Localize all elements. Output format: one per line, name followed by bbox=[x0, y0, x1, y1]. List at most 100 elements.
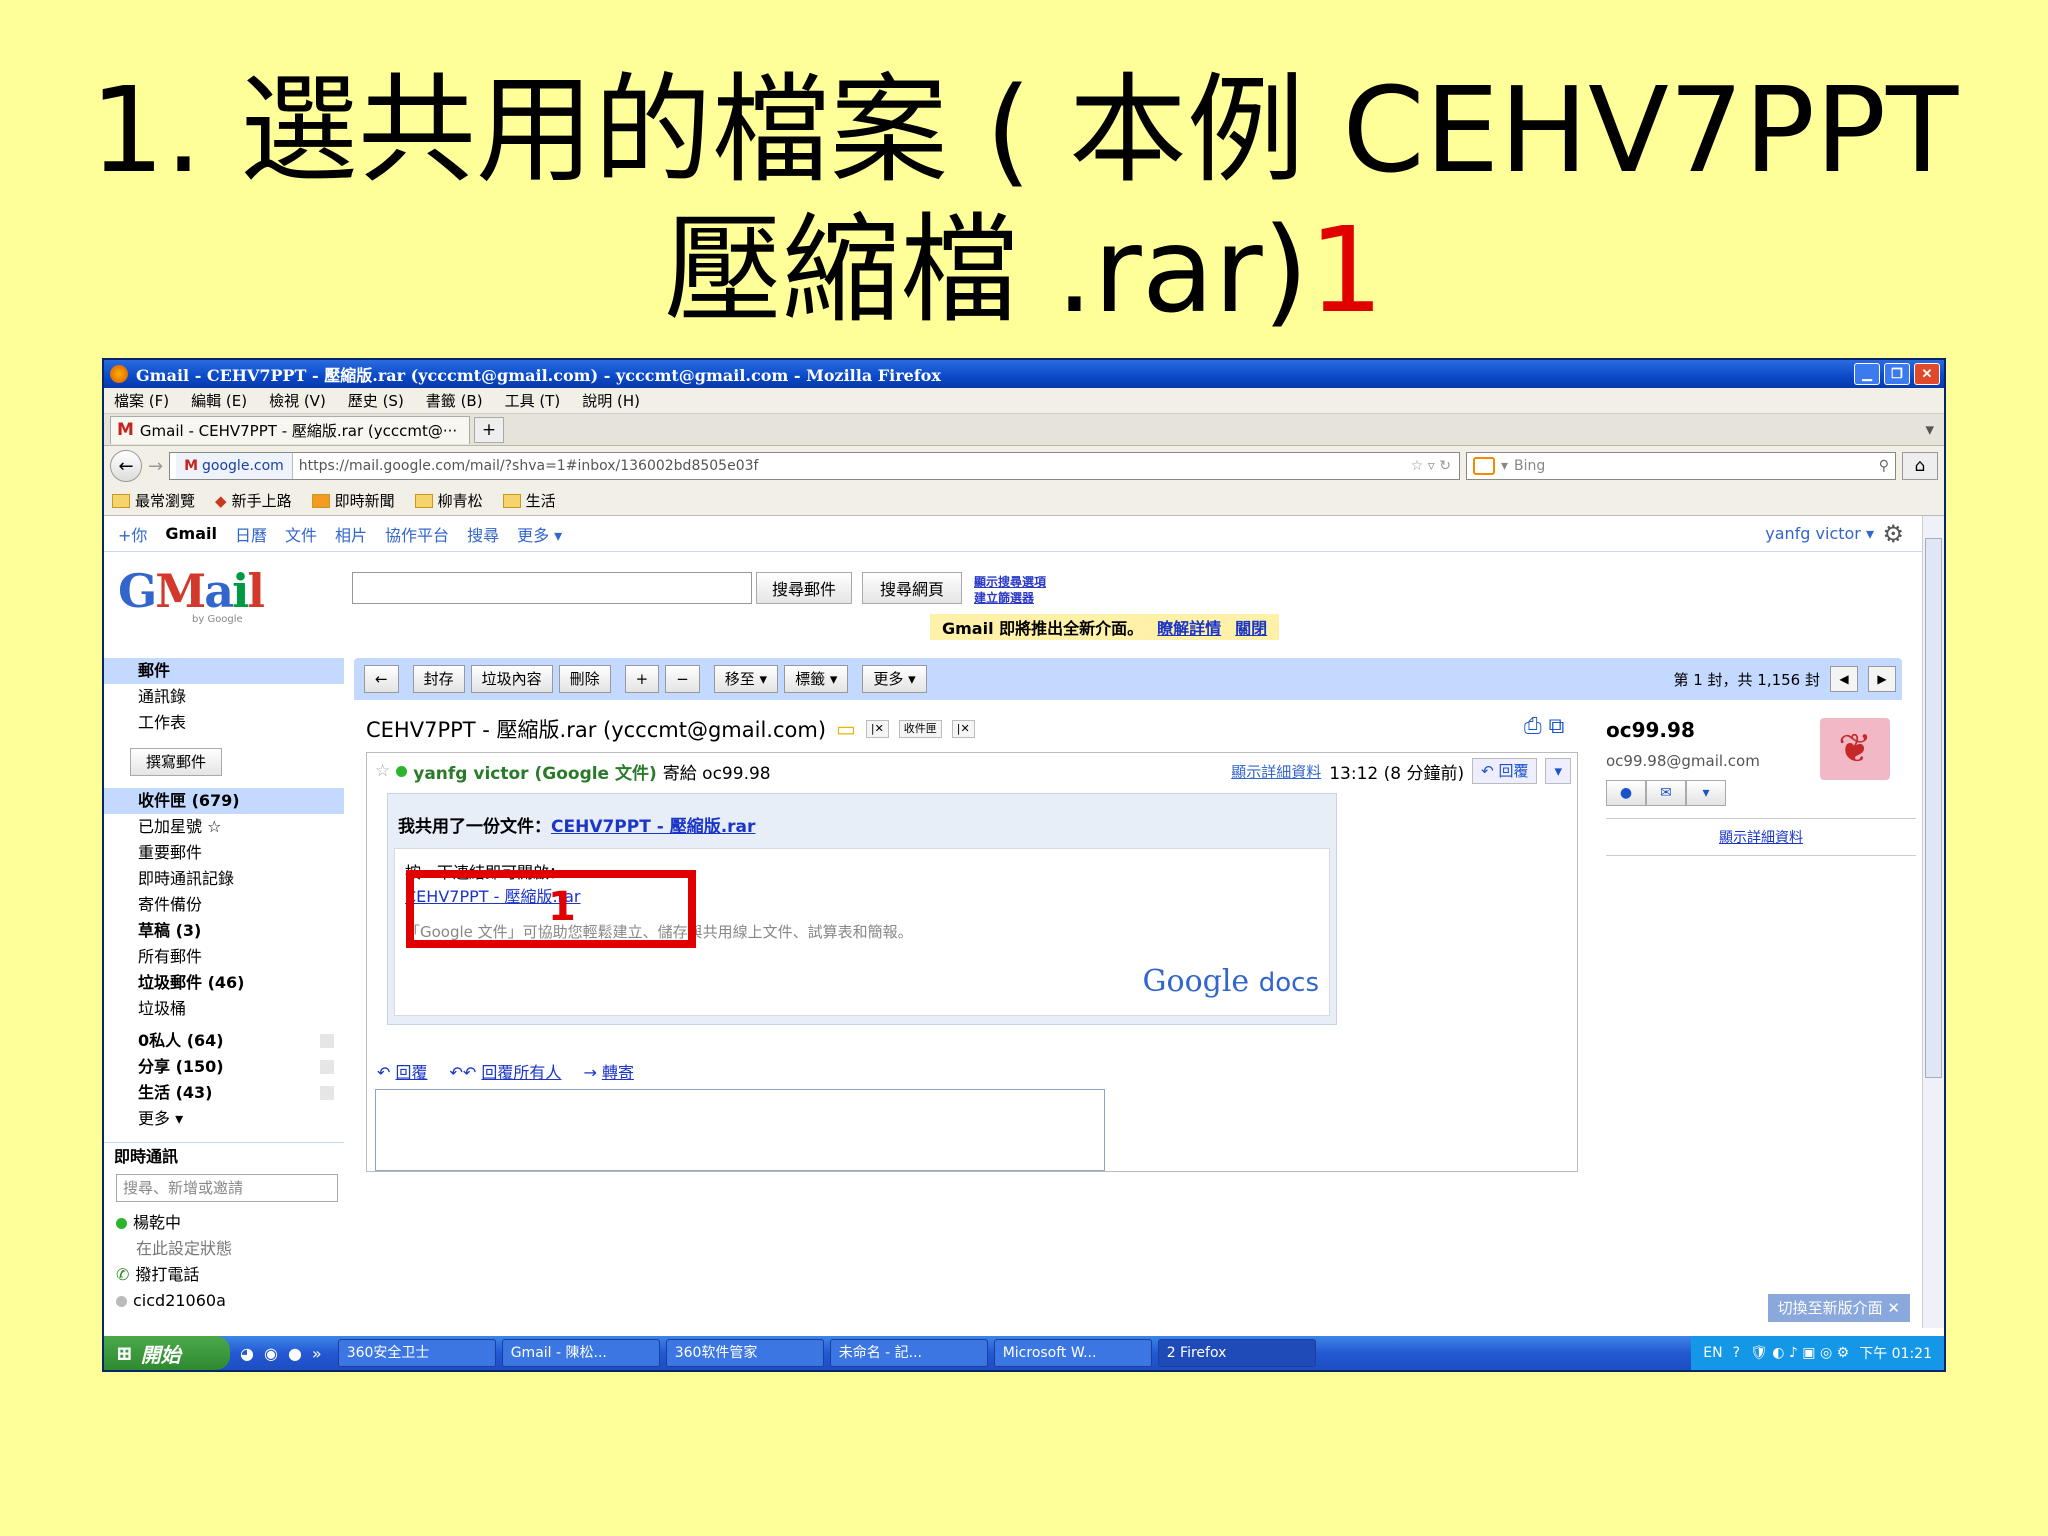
minimize-button[interactable]: ▁ bbox=[1854, 363, 1880, 385]
chat-self[interactable]: 楊乾中 bbox=[104, 1210, 344, 1236]
page-scrollbar[interactable] bbox=[1922, 516, 1944, 1328]
bookmark-folder-1[interactable]: 柳青松 bbox=[414, 490, 483, 511]
site-identity[interactable]: Mgoogle.com bbox=[176, 453, 293, 479]
label-share[interactable]: 分享 (150) bbox=[104, 1054, 344, 1080]
task-firefox[interactable]: 2 Firefox bbox=[1157, 1339, 1316, 1367]
next-arrow-icon[interactable]: ▶ bbox=[1868, 666, 1896, 692]
label-color-icon[interactable] bbox=[320, 1086, 334, 1100]
home-button[interactable]: ⌂ bbox=[1902, 452, 1938, 480]
bookmark-star-icon[interactable]: ☆ ▿ ↻ bbox=[1411, 458, 1459, 474]
gbar-more[interactable]: 更多 ▾ bbox=[517, 522, 562, 546]
menu-view[interactable]: 檢視 (V) bbox=[269, 390, 326, 411]
back-button[interactable]: ← bbox=[110, 450, 142, 482]
remove-label-icon[interactable]: |✕ bbox=[951, 720, 975, 738]
bookmark-folder-2[interactable]: 生活 bbox=[502, 490, 556, 511]
show-search-options-link[interactable]: 顯示搜尋選項 bbox=[974, 574, 1046, 590]
mark-unimportant-button[interactable]: − bbox=[665, 665, 700, 693]
inbox-tag[interactable]: |✕ bbox=[865, 720, 889, 738]
show-details-link[interactable]: 顯示詳細資料 bbox=[1231, 761, 1321, 782]
menu-file[interactable]: 檔案 (F) bbox=[114, 390, 169, 411]
notice-close-link[interactable]: 關閉 bbox=[1235, 615, 1267, 639]
folder-drafts[interactable]: 草稿 (3) bbox=[104, 918, 344, 944]
search-web-button[interactable]: 搜尋網頁 bbox=[862, 572, 962, 604]
chat-status[interactable]: 在此設定狀態 bbox=[104, 1236, 344, 1262]
scrollbar-thumb[interactable] bbox=[1925, 538, 1942, 1078]
quicklaunch-icon[interactable]: ● bbox=[288, 1344, 302, 1363]
gbar-search[interactable]: 搜尋 bbox=[467, 522, 499, 546]
language-indicator[interactable]: EN bbox=[1703, 1345, 1722, 1361]
move-to-button[interactable]: 移至 ▾ bbox=[713, 665, 779, 693]
folder-all-mail[interactable]: 所有郵件 bbox=[104, 944, 344, 970]
mail-search-input[interactable] bbox=[352, 572, 752, 604]
reply-all-link[interactable]: ↶↶ 回覆所有人 bbox=[450, 1059, 562, 1083]
folder-inbox[interactable]: 收件匣 (679) bbox=[104, 788, 344, 814]
label-color-icon[interactable] bbox=[320, 1034, 334, 1048]
search-icon[interactable]: ⚲ bbox=[1879, 458, 1889, 474]
task-gmail[interactable]: Gmail - 陳松... bbox=[501, 1339, 660, 1367]
contact-details-link[interactable]: 顯示詳細資料 bbox=[1719, 830, 1803, 846]
gbar-user[interactable]: yanfg victor ▾ bbox=[1765, 524, 1874, 543]
bookmark-most-visited[interactable]: 最常瀏覽 bbox=[112, 490, 195, 511]
folder-chats[interactable]: 即時通訊記錄 bbox=[104, 866, 344, 892]
help-icon[interactable]: ? bbox=[1733, 1345, 1740, 1361]
new-tab-button[interactable]: + bbox=[474, 416, 504, 443]
url-bar[interactable]: Mgoogle.com https://mail.google.com/mail… bbox=[169, 452, 1460, 480]
create-filter-link[interactable]: 建立篩選器 bbox=[974, 590, 1046, 606]
shared-doc-link[interactable]: CEHV7PPT - 壓縮版.rar bbox=[551, 817, 755, 837]
chat-contact[interactable]: cicd21060a bbox=[104, 1288, 344, 1314]
nav-mail[interactable]: 郵件 bbox=[104, 658, 344, 684]
tab-gmail[interactable]: M Gmail - CEHV7PPT - 壓縮版.rar (ycccmt@··· bbox=[110, 415, 470, 444]
switch-new-ui-button[interactable]: 切換至新版介面 ✕ bbox=[1767, 1294, 1910, 1322]
search-bar[interactable]: ▾ Bing ⚲ bbox=[1466, 452, 1896, 480]
menu-tools[interactable]: 工具 (T) bbox=[505, 390, 561, 411]
quicklaunch-icon[interactable]: ◕ bbox=[240, 1344, 254, 1363]
gbar-calendar[interactable]: 日曆 bbox=[235, 522, 267, 546]
start-button[interactable]: ⊞ 開始 bbox=[104, 1336, 230, 1370]
quicklaunch-icon[interactable]: ◉ bbox=[264, 1344, 278, 1363]
folder-sent[interactable]: 寄件備份 bbox=[104, 892, 344, 918]
menu-history[interactable]: 歷史 (S) bbox=[348, 390, 404, 411]
labels-more[interactable]: 更多 ▾ bbox=[104, 1106, 344, 1132]
label-private[interactable]: 0私人 (64) bbox=[104, 1028, 344, 1054]
delete-button[interactable]: 刪除 bbox=[558, 665, 611, 693]
task-360-software[interactable]: 360软件管家 bbox=[665, 1339, 824, 1367]
chat-bubble-icon[interactable]: ● bbox=[1606, 780, 1646, 806]
gbar-docs[interactable]: 文件 bbox=[285, 522, 317, 546]
print-icon[interactable]: ⎙ ⧉ bbox=[1524, 714, 1564, 739]
nav-tasks[interactable]: 工作表 bbox=[104, 710, 344, 736]
label-color-icon[interactable] bbox=[320, 1060, 334, 1074]
tab-list-icon[interactable]: ▾ bbox=[1925, 420, 1944, 440]
call-phone[interactable]: ✆ 撥打電話 bbox=[104, 1262, 344, 1288]
gmail-logo[interactable]: GMail bbox=[118, 564, 265, 618]
folder-important[interactable]: 重要郵件 bbox=[104, 840, 344, 866]
spam-button[interactable]: 垃圾內容 bbox=[470, 665, 553, 693]
gear-icon[interactable]: ⚙ bbox=[1882, 520, 1904, 548]
search-mail-button[interactable]: 搜尋郵件 bbox=[756, 572, 852, 604]
folder-trash[interactable]: 垃圾桶 bbox=[104, 996, 344, 1022]
bookmark-getting-started[interactable]: ◆ 新手上路 bbox=[215, 490, 292, 511]
menu-bookmarks[interactable]: 書籤 (B) bbox=[426, 390, 483, 411]
close-window-button[interactable]: ✕ bbox=[1914, 363, 1940, 385]
back-to-inbox-button[interactable]: ← bbox=[364, 665, 399, 693]
forward-link[interactable]: → 轉寄 bbox=[583, 1059, 634, 1083]
maximize-button[interactable]: ❐ bbox=[1884, 363, 1910, 385]
bookmark-news[interactable]: 即時新聞 bbox=[311, 490, 395, 511]
label-life[interactable]: 生活 (43) bbox=[104, 1080, 344, 1106]
chat-search-input[interactable]: 搜尋、新增或邀請 bbox=[116, 1174, 338, 1202]
menu-help[interactable]: 說明 (H) bbox=[582, 390, 640, 411]
compose-button[interactable]: 撰寫郵件 bbox=[130, 748, 222, 776]
email-icon[interactable]: ✉ bbox=[1646, 780, 1686, 806]
folder-starred[interactable]: 已加星號 ☆ bbox=[104, 814, 344, 840]
contact-more-icon[interactable]: ▾ bbox=[1686, 780, 1726, 806]
gbar-sites[interactable]: 協作平台 bbox=[385, 522, 449, 546]
task-word[interactable]: Microsoft W... bbox=[993, 1339, 1152, 1367]
task-360-safe[interactable]: 360安全卫士 bbox=[337, 1339, 496, 1367]
more-actions-button[interactable]: 更多 ▾ bbox=[862, 665, 927, 693]
gbar-photos[interactable]: 相片 bbox=[335, 522, 367, 546]
mark-important-button[interactable]: + bbox=[624, 665, 660, 693]
inbox-label-tag[interactable]: 收件匣 bbox=[898, 720, 942, 738]
archive-button[interactable]: 封存 bbox=[412, 665, 465, 693]
labels-button[interactable]: 標籤 ▾ bbox=[784, 665, 849, 693]
quicklaunch-more-icon[interactable]: » bbox=[312, 1344, 322, 1363]
reply-dropdown-icon[interactable]: ▾ bbox=[1545, 758, 1571, 784]
